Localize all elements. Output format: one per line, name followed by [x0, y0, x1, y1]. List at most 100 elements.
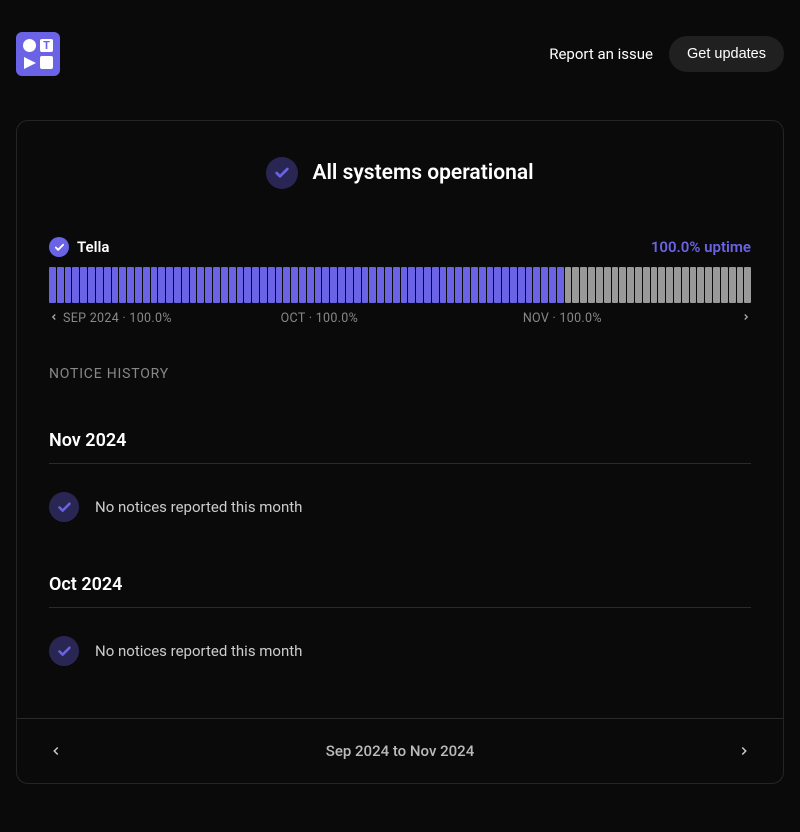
uptime-bar-segment[interactable] — [416, 267, 423, 303]
uptime-bar-segment[interactable] — [252, 267, 259, 303]
chevron-right-icon[interactable] — [737, 739, 751, 763]
uptime-bar-segment[interactable] — [65, 267, 72, 303]
uptime-bar-segment[interactable] — [401, 267, 408, 303]
uptime-bar-segment[interactable] — [588, 267, 595, 303]
uptime-bar-segment[interactable] — [369, 267, 376, 303]
uptime-bar-segment[interactable] — [197, 267, 204, 303]
uptime-bar-segment[interactable] — [174, 267, 181, 303]
uptime-bar-segment[interactable] — [502, 267, 509, 303]
uptime-bar-segment[interactable] — [80, 267, 87, 303]
uptime-bar-segment[interactable] — [596, 267, 603, 303]
uptime-bar-segment[interactable] — [268, 267, 275, 303]
uptime-bar-segment[interactable] — [291, 267, 298, 303]
uptime-bar-segment[interactable] — [744, 267, 751, 303]
uptime-bar-segment[interactable] — [104, 267, 111, 303]
uptime-bar-segment[interactable] — [299, 267, 306, 303]
uptime-bar-segment[interactable] — [447, 267, 454, 303]
uptime-bar-segment[interactable] — [283, 267, 290, 303]
chevron-right-icon[interactable] — [741, 311, 751, 326]
check-icon — [49, 636, 79, 666]
uptime-bar-segment[interactable] — [674, 267, 681, 303]
uptime-bar-segment[interactable] — [580, 267, 587, 303]
uptime-bar-segment[interactable] — [260, 267, 267, 303]
uptime-bar-segment[interactable] — [190, 267, 197, 303]
uptime-bar-segment[interactable] — [362, 267, 369, 303]
uptime-bar-segment[interactable] — [49, 267, 56, 303]
uptime-bar-segment[interactable] — [666, 267, 673, 303]
uptime-bar-segment[interactable] — [424, 267, 431, 303]
chevron-left-icon[interactable] — [49, 311, 59, 326]
uptime-bar-segment[interactable] — [143, 267, 150, 303]
get-updates-button[interactable]: Get updates — [669, 36, 784, 72]
uptime-bar-segment[interactable] — [119, 267, 126, 303]
uptime-bar-segment[interactable] — [385, 267, 392, 303]
uptime-bar-segment[interactable] — [72, 267, 79, 303]
uptime-bar-segment[interactable] — [713, 267, 720, 303]
uptime-bar-segment[interactable] — [619, 267, 626, 303]
uptime-bar-segment[interactable] — [440, 267, 447, 303]
uptime-bar-segment[interactable] — [205, 267, 212, 303]
uptime-bar-segment[interactable] — [651, 267, 658, 303]
uptime-bar-segment[interactable] — [213, 267, 220, 303]
uptime-bar-segment[interactable] — [393, 267, 400, 303]
uptime-bar-segment[interactable] — [682, 267, 689, 303]
uptime-bar-segment[interactable] — [315, 267, 322, 303]
uptime-bar-segment[interactable] — [487, 267, 494, 303]
uptime-bar-segment[interactable] — [604, 267, 611, 303]
uptime-bar-segment[interactable] — [627, 267, 634, 303]
uptime-bar-segment[interactable] — [705, 267, 712, 303]
uptime-bar-segment[interactable] — [237, 267, 244, 303]
uptime-bar-segment[interactable] — [408, 267, 415, 303]
uptime-bar-segment[interactable] — [57, 267, 64, 303]
uptime-bar-segment[interactable] — [518, 267, 525, 303]
uptime-bar-segment[interactable] — [244, 267, 251, 303]
uptime-bar-segment[interactable] — [463, 267, 470, 303]
uptime-bar-segment[interactable] — [510, 267, 517, 303]
uptime-bar-segment[interactable] — [533, 267, 540, 303]
logo[interactable]: T — [16, 32, 60, 76]
uptime-bar-segment[interactable] — [127, 267, 134, 303]
uptime-bar-segment[interactable] — [221, 267, 228, 303]
uptime-bar-segment[interactable] — [276, 267, 283, 303]
uptime-bar-segment[interactable] — [455, 267, 462, 303]
uptime-bar-segment[interactable] — [557, 267, 564, 303]
uptime-bar-segment[interactable] — [635, 267, 642, 303]
notice-row: No notices reported this month — [49, 492, 751, 522]
uptime-bar-segment[interactable] — [88, 267, 95, 303]
uptime-bar-segment[interactable] — [643, 267, 650, 303]
report-issue-link[interactable]: Report an issue — [549, 45, 653, 63]
uptime-bar-segment[interactable] — [151, 267, 158, 303]
uptime-bar-segment[interactable] — [471, 267, 478, 303]
uptime-bar-segment[interactable] — [565, 267, 572, 303]
uptime-bar-segment[interactable] — [330, 267, 337, 303]
uptime-bar-segment[interactable] — [541, 267, 548, 303]
uptime-bar-segment[interactable] — [526, 267, 533, 303]
uptime-bar-segment[interactable] — [112, 267, 119, 303]
uptime-bar-segment[interactable] — [307, 267, 314, 303]
uptime-bar-segment[interactable] — [737, 267, 744, 303]
uptime-bar-segment[interactable] — [322, 267, 329, 303]
uptime-bar-segment[interactable] — [354, 267, 361, 303]
uptime-bar-segment[interactable] — [572, 267, 579, 303]
uptime-bar-segment[interactable] — [182, 267, 189, 303]
uptime-bar-segment[interactable] — [697, 267, 704, 303]
uptime-bar-segment[interactable] — [166, 267, 173, 303]
uptime-bar-segment[interactable] — [432, 267, 439, 303]
uptime-bar-segment[interactable] — [135, 267, 142, 303]
uptime-bar-segment[interactable] — [612, 267, 619, 303]
uptime-bar-segment[interactable] — [338, 267, 345, 303]
uptime-bar-segment[interactable] — [377, 267, 384, 303]
uptime-bar-segment[interactable] — [549, 267, 556, 303]
uptime-bar-segment[interactable] — [494, 267, 501, 303]
uptime-bar-segment[interactable] — [158, 267, 165, 303]
uptime-bar-segment[interactable] — [729, 267, 736, 303]
chevron-left-icon[interactable] — [49, 739, 63, 763]
uptime-bar-segment[interactable] — [658, 267, 665, 303]
uptime-bar-segment[interactable] — [346, 267, 353, 303]
uptime-bar[interactable] — [49, 267, 751, 303]
uptime-bar-segment[interactable] — [229, 267, 236, 303]
uptime-bar-segment[interactable] — [690, 267, 697, 303]
uptime-bar-segment[interactable] — [479, 267, 486, 303]
uptime-bar-segment[interactable] — [721, 267, 728, 303]
uptime-bar-segment[interactable] — [96, 267, 103, 303]
